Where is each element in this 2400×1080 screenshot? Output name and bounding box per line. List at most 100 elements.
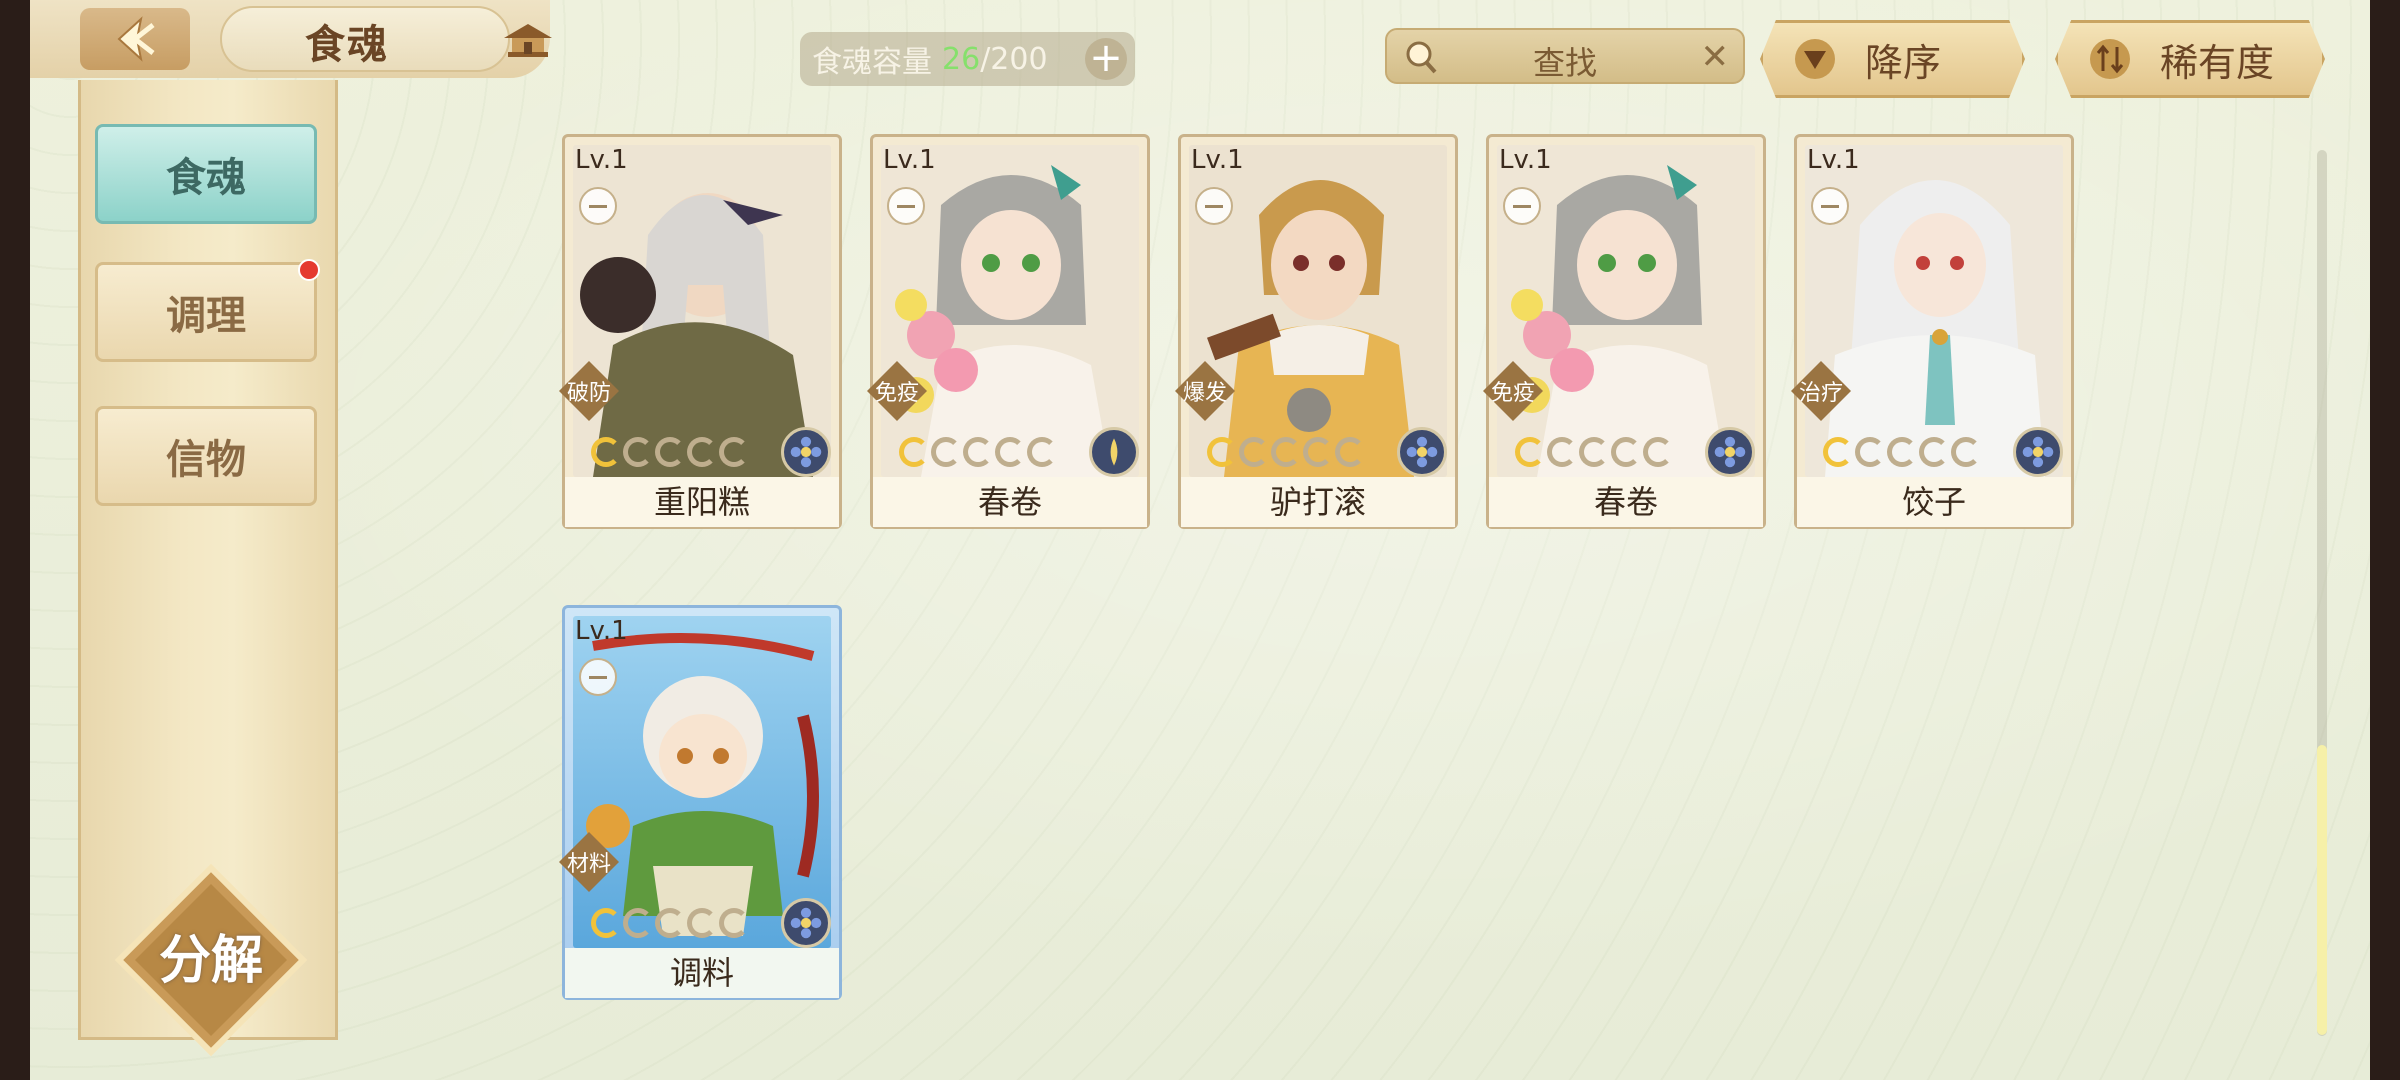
star-icon <box>1887 437 1917 467</box>
star-icon <box>931 437 961 467</box>
back-button[interactable] <box>80 8 190 70</box>
star-icon <box>591 908 621 938</box>
element-flower-icon <box>2013 427 2063 477</box>
star-icon <box>1207 437 1237 467</box>
star-icon <box>623 437 653 467</box>
star-icon <box>1643 437 1673 467</box>
card-level: Lv.1 <box>575 145 628 175</box>
sort-order-label: 降序 <box>1865 40 1942 85</box>
card-name: 春卷 <box>1489 477 1763 527</box>
star-icon <box>655 908 685 938</box>
star-icon <box>963 437 993 467</box>
decompose-label: 分解 <box>158 931 263 991</box>
star-icon <box>899 437 929 467</box>
capacity-current: 26 <box>942 41 981 77</box>
star-icon <box>1919 437 1949 467</box>
title-bar: 食魂 <box>30 0 552 78</box>
star-icon <box>1855 437 1885 467</box>
card-name: 重阳糕 <box>565 477 839 527</box>
food-soul-card[interactable]: Lv.1 爆发 驴打滚 <box>1175 134 1458 529</box>
element-flower-icon <box>1705 427 1755 477</box>
star-icon <box>687 908 717 938</box>
card-role: 治疗 <box>1798 381 1843 406</box>
tab-cooking[interactable]: 调理 <box>95 259 320 362</box>
star-icon <box>1271 437 1301 467</box>
lock-icon <box>579 658 617 696</box>
star-icon <box>1823 437 1853 467</box>
star-icon <box>1335 437 1365 467</box>
star-icon <box>719 437 749 467</box>
back-arrow-icon <box>117 16 155 62</box>
star-icon <box>719 908 749 938</box>
star-icon <box>1951 437 1981 467</box>
card-role: 爆发 <box>1182 381 1227 406</box>
food-soul-card[interactable]: Lv.1 材料 调料 <box>559 605 842 1000</box>
notification-badge <box>298 259 320 281</box>
tab-label: 信物 <box>166 437 246 483</box>
card-level: Lv.1 <box>1191 145 1244 175</box>
element-flower-icon <box>781 427 831 477</box>
chevron-down-icon <box>1795 39 1835 79</box>
star-icon <box>623 908 653 938</box>
star-icon <box>687 437 717 467</box>
element-flower-icon <box>1397 427 1447 477</box>
card-role: 破防 <box>566 381 611 406</box>
star-rating <box>591 908 749 938</box>
page-title: 食魂 <box>305 22 389 68</box>
star-icon <box>1303 437 1333 467</box>
food-soul-card[interactable]: Lv.1 免疫 春卷 <box>867 134 1150 529</box>
card-role: 免疫 <box>874 381 919 406</box>
home-icon[interactable] <box>500 20 556 60</box>
star-rating <box>1207 437 1365 467</box>
star-icon <box>1027 437 1057 467</box>
screen-edge-right <box>2370 0 2400 1080</box>
tab-label: 调理 <box>166 293 246 339</box>
close-icon[interactable]: ✕ <box>1701 40 1730 74</box>
card-level: Lv.1 <box>1807 145 1860 175</box>
food-soul-card[interactable]: Lv.1 治疗 饺子 <box>1791 134 2074 529</box>
card-level: Lv.1 <box>1499 145 1552 175</box>
element-light-icon <box>1089 427 1139 477</box>
lock-icon <box>579 187 617 225</box>
star-rating <box>1515 437 1673 467</box>
card-name: 驴打滚 <box>1181 477 1455 527</box>
tab-label: 食魂 <box>166 155 246 201</box>
star-icon <box>1611 437 1641 467</box>
star-icon <box>655 437 685 467</box>
star-icon <box>1515 437 1545 467</box>
capacity-label: 食魂容量 <box>812 45 932 80</box>
capacity-total: /200 <box>980 41 1048 77</box>
card-role: 免疫 <box>1490 381 1535 406</box>
card-level: Lv.1 <box>575 616 628 646</box>
scrollbar-thumb[interactable] <box>2317 745 2327 1035</box>
card-name: 春卷 <box>873 477 1147 527</box>
tab-tokens[interactable]: 信物 <box>95 406 317 506</box>
sidebar: 食魂 调理 信物 分解 <box>78 80 338 1057</box>
add-capacity-button[interactable]: + <box>1085 38 1127 80</box>
lock-icon <box>887 187 925 225</box>
sort-by-button[interactable]: 稀有度 <box>2055 20 2325 98</box>
star-icon <box>1579 437 1609 467</box>
star-icon <box>1239 437 1269 467</box>
lock-icon <box>1811 187 1849 225</box>
search-placeholder: 查找 <box>1532 44 1597 82</box>
sort-by-label: 稀有度 <box>2160 40 2275 85</box>
lock-icon <box>1195 187 1233 225</box>
element-flower-icon <box>781 898 831 948</box>
game-screen: 食魂 食魂容量 26 /200 + 查找 ✕ 降序 稀有度 食魂 调理 信物 分… <box>30 0 2370 1080</box>
search-field[interactable]: 查找 ✕ <box>1385 28 1745 84</box>
tab-food-souls[interactable]: 食魂 <box>95 124 317 224</box>
star-icon <box>591 437 621 467</box>
card-role: 材料 <box>566 852 611 877</box>
card-level: Lv.1 <box>883 145 936 175</box>
decompose-button[interactable]: 分解 <box>111 860 311 1060</box>
capacity-indicator: 食魂容量 26 /200 + <box>800 32 1135 86</box>
star-icon <box>995 437 1025 467</box>
card-name: 调料 <box>565 948 839 998</box>
food-soul-card[interactable]: Lv.1 免疫 春卷 <box>1483 134 1766 529</box>
food-soul-card[interactable]: Lv.1 破防 重阳糕 <box>559 134 842 529</box>
sort-order-button[interactable]: 降序 <box>1760 20 2025 98</box>
star-rating <box>591 437 749 467</box>
sort-arrows-icon <box>2090 39 2130 79</box>
screen-edge-left <box>0 0 30 1080</box>
